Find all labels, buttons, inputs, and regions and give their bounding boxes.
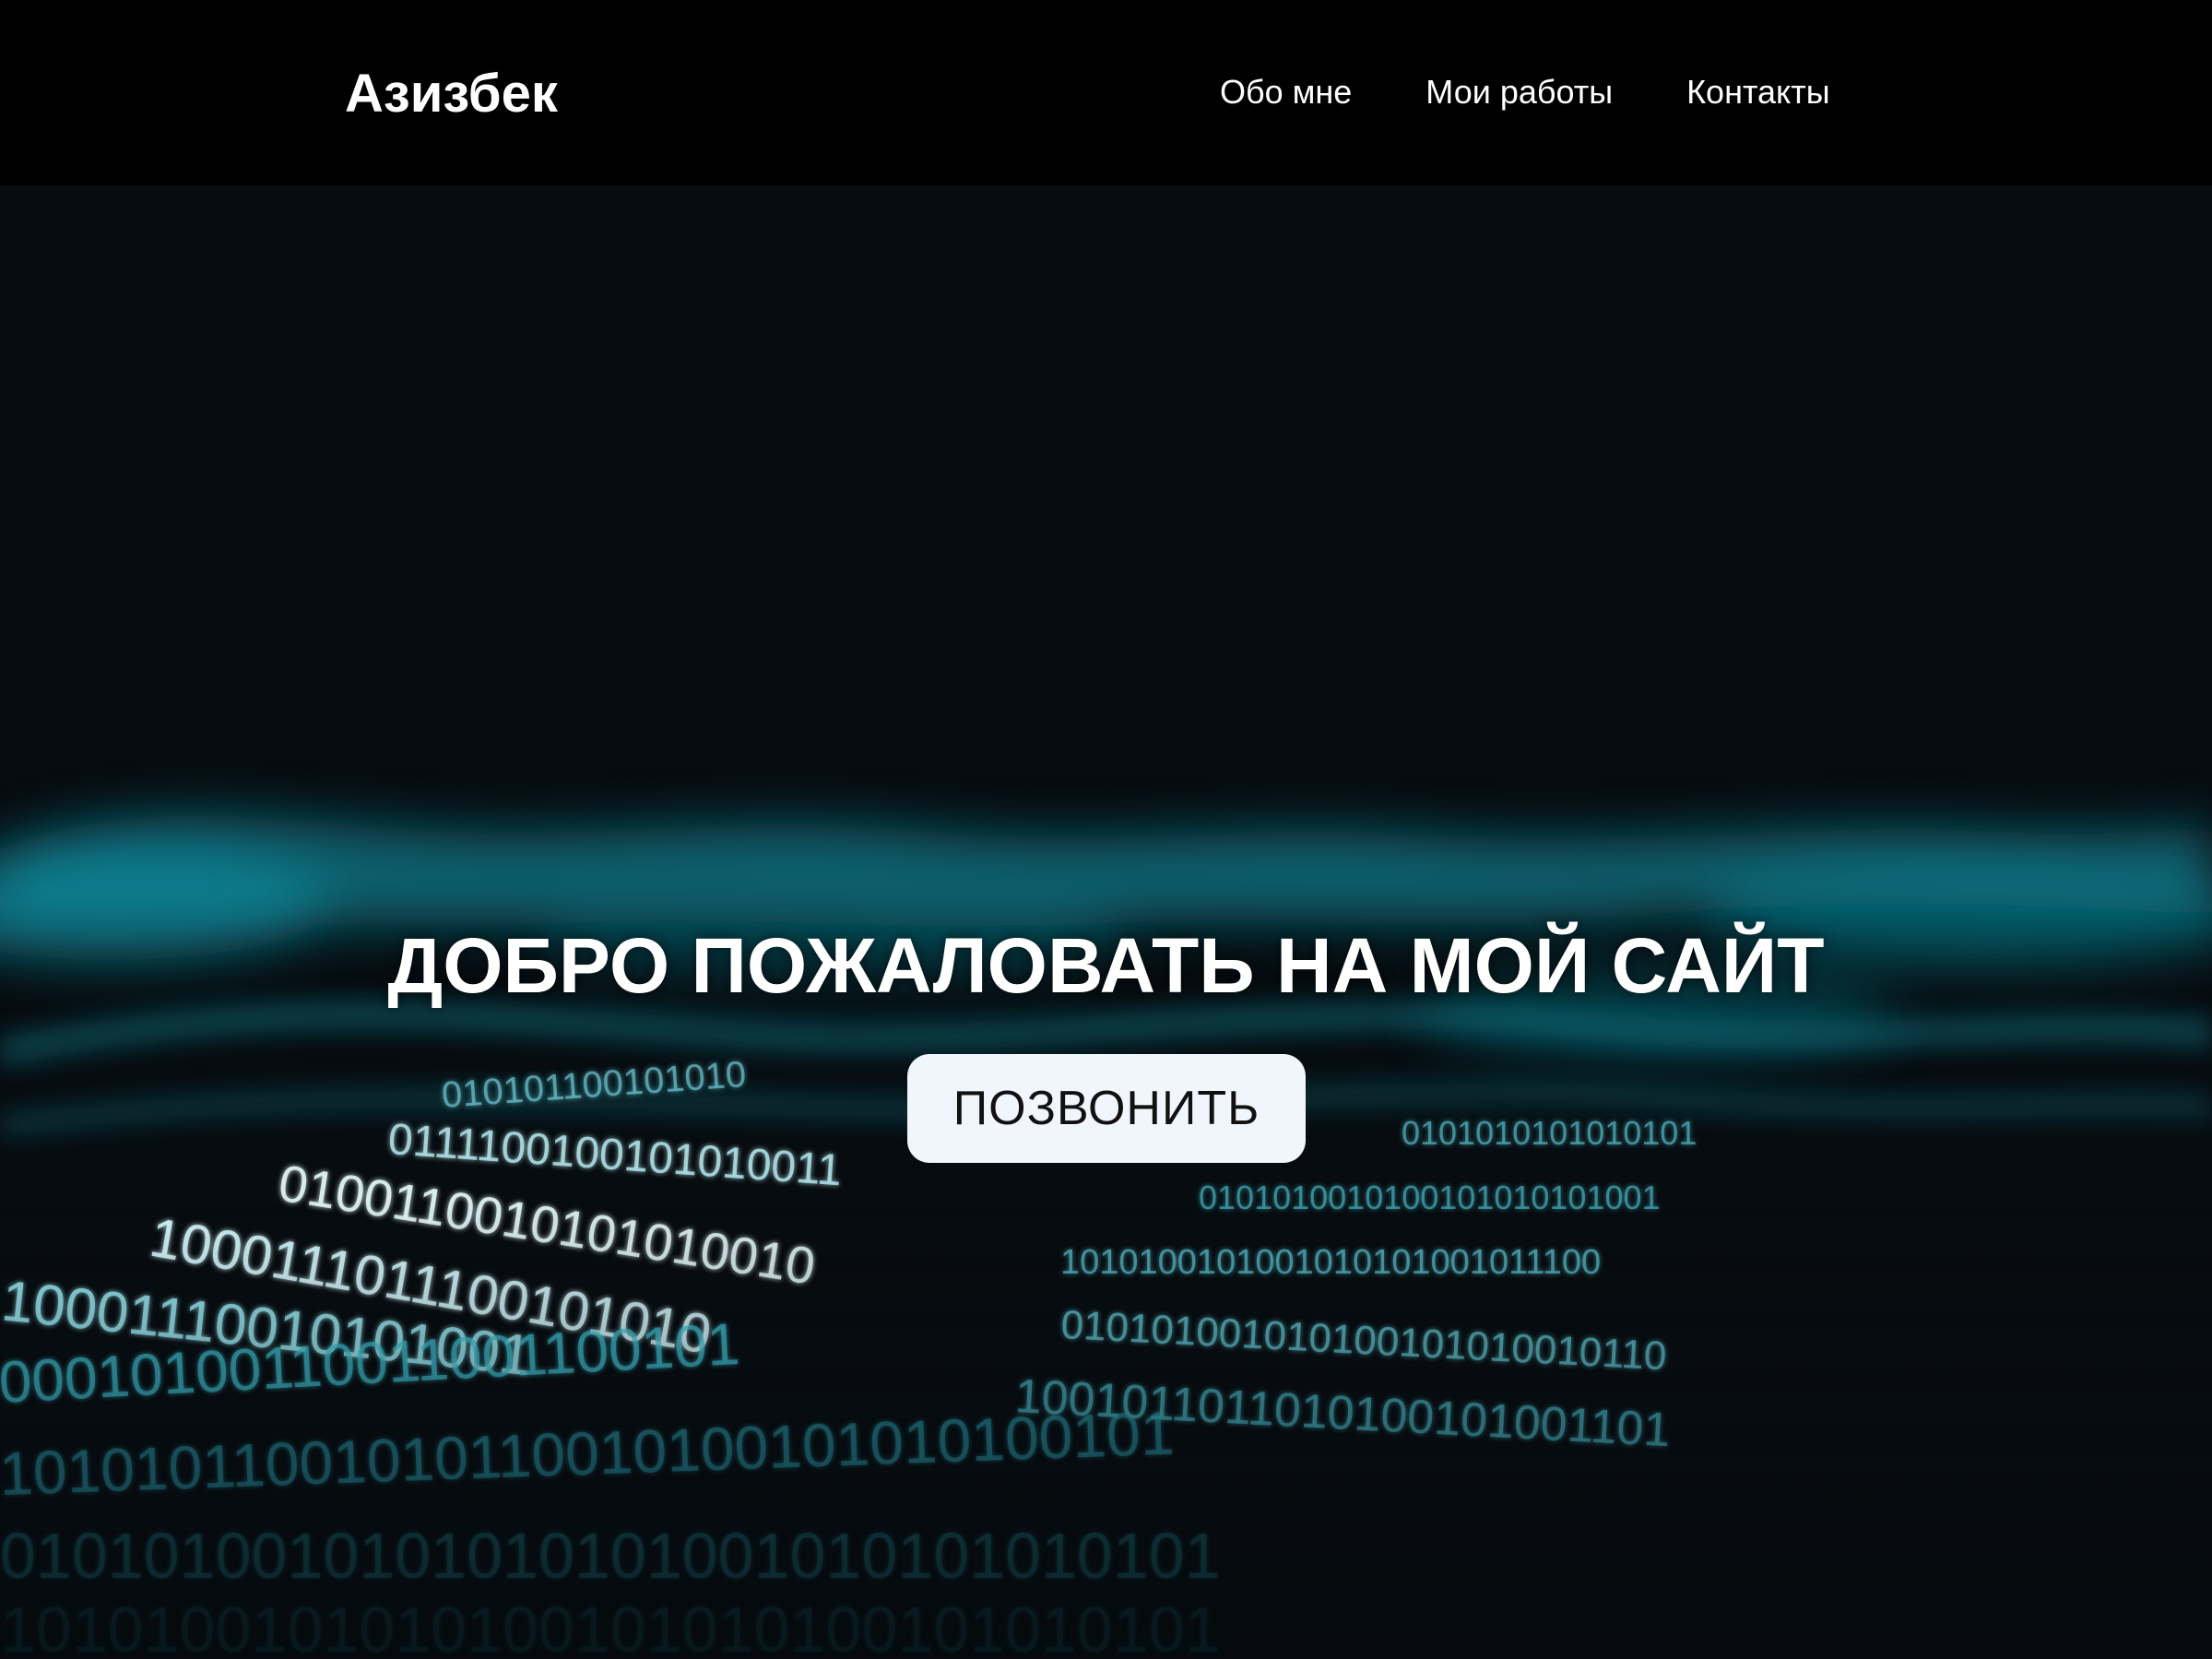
main-nav: Обо мне Мои работы Контакты xyxy=(1220,65,1830,120)
svg-text:0101010101010101: 0101010101010101 xyxy=(1402,1114,1697,1152)
nav-item-about[interactable]: Обо мне xyxy=(1220,65,1352,120)
nav-item-works[interactable]: Мои работы xyxy=(1425,65,1613,120)
nav-item-contacts[interactable]: Контакты xyxy=(1686,65,1830,120)
hero-title: ДОБРО ПОЖАЛОВАТЬ НА МОЙ САЙТ xyxy=(387,922,1825,1010)
hero-section: 010101100101010 0111100100101010011 0101… xyxy=(0,185,2212,1659)
call-button[interactable]: ПОЗВОНИТЬ xyxy=(907,1054,1306,1163)
site-header: Азизбек Обо мне Мои работы Контакты xyxy=(0,0,2212,185)
site-logo[interactable]: Азизбек xyxy=(345,57,558,131)
